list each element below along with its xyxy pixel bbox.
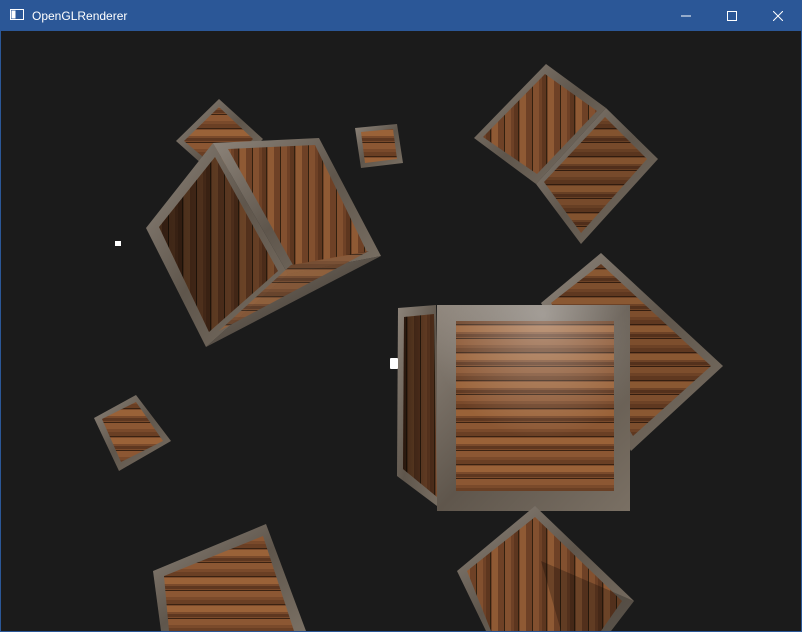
render-viewport[interactable] (1, 31, 801, 631)
crate (397, 305, 630, 511)
crate (457, 506, 634, 631)
crate (355, 124, 403, 168)
maximize-button[interactable] (709, 1, 755, 31)
crate (153, 524, 306, 631)
minimize-button[interactable] (663, 1, 709, 31)
crate (474, 64, 658, 244)
scene-canvas[interactable] (1, 31, 801, 631)
minimize-icon (681, 15, 691, 17)
close-icon (773, 11, 783, 21)
app-window: OpenGLRenderer (0, 0, 802, 632)
title-bar[interactable]: OpenGLRenderer (1, 1, 801, 31)
window-title: OpenGLRenderer (32, 9, 128, 23)
light-source (115, 241, 121, 246)
close-button[interactable] (755, 1, 801, 31)
crate (94, 395, 171, 471)
app-icon (10, 9, 24, 20)
maximize-icon (727, 11, 737, 21)
light-source (390, 358, 398, 369)
crate (146, 138, 381, 347)
